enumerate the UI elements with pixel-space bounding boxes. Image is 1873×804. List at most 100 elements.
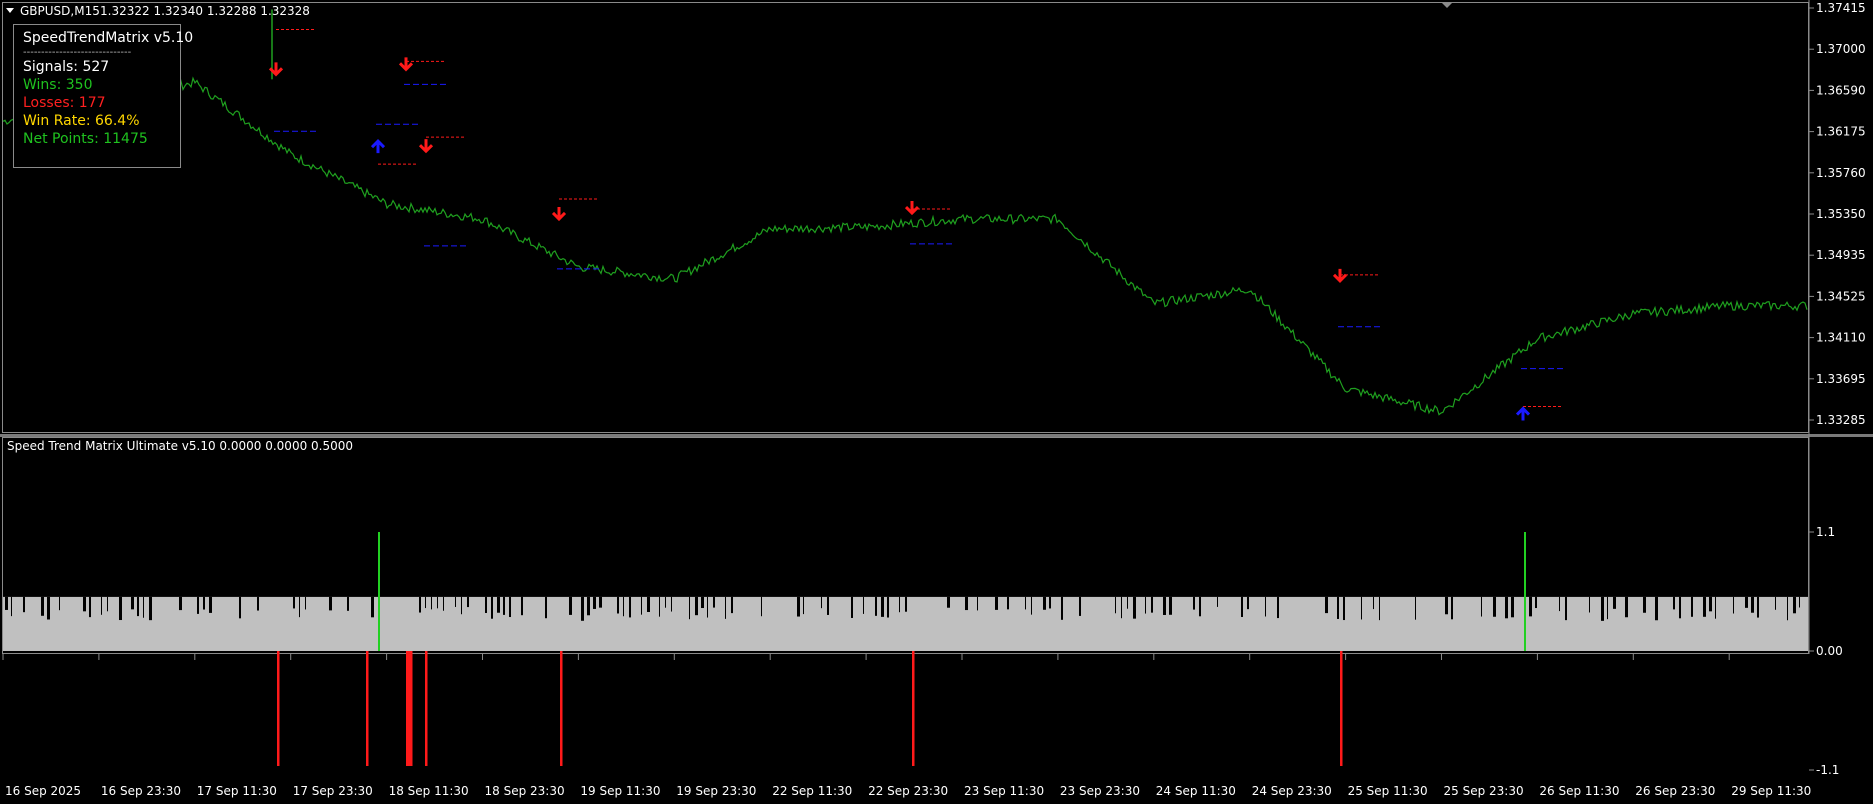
oscillator-tick (623, 596, 624, 617)
pane-separator[interactable] (0, 434, 1873, 437)
oscillator-tick (1169, 596, 1172, 615)
oscillator-tick (437, 596, 438, 609)
oscillator-tick (11, 596, 12, 617)
oscillator-tick (821, 596, 822, 609)
oscillator-tick (659, 596, 660, 617)
price-tick-label: 1.34935 (1816, 248, 1866, 262)
oscillator-tick (467, 596, 469, 608)
time-tick-label: 16 Sep 23:30 (101, 784, 181, 798)
price-tick-label: 1.37415 (1816, 1, 1866, 15)
oscillator-band (3, 596, 1808, 651)
oscillator-tick (1343, 596, 1345, 621)
oscillator-tick (347, 596, 349, 611)
oscillator-tick (431, 596, 432, 610)
oscillator-tick (1745, 596, 1748, 608)
oscillator-tick (1445, 596, 1448, 615)
oscillator-tick (1265, 596, 1266, 617)
oscillator-tick (101, 596, 102, 615)
oscillator-tick (455, 596, 456, 607)
oscillator-tick (1199, 596, 1201, 617)
sell-bar (912, 651, 915, 766)
oscillator-tick (1025, 596, 1026, 610)
oscillator-tick (1079, 596, 1081, 616)
oscillator-tick (89, 596, 91, 618)
oscillator-tick (629, 596, 631, 618)
price-tick-label: 1.34525 (1816, 289, 1866, 303)
oscillator-tick (665, 596, 666, 608)
oscillator-tick (143, 596, 144, 618)
oscillator-tick (1247, 596, 1249, 610)
time-tick-label: 18 Sep 23:30 (485, 784, 565, 798)
time-tick-label: 19 Sep 11:30 (580, 784, 660, 798)
oscillator-tick (1655, 596, 1658, 621)
oscillator-tick (1241, 596, 1243, 617)
oscillator-tick (1733, 596, 1734, 614)
oscillator-tick (1133, 596, 1136, 619)
oscillator-tick (1493, 596, 1496, 617)
oscillator-tick (1151, 596, 1153, 613)
oscillator-tick (1379, 596, 1380, 621)
chart-window[interactable]: GBPUSD,M15 1.32322 1.32340 1.32288 1.323… (0, 0, 1873, 800)
time-tick-label: 26 Sep 23:30 (1635, 784, 1715, 798)
time-tick-label: 17 Sep 11:30 (197, 784, 277, 798)
oscillator-tick (1757, 596, 1759, 618)
oscillator-tick (977, 596, 978, 611)
oscillator-tick (1127, 596, 1128, 609)
oscillator-tick (83, 596, 86, 612)
oscillator-tick (443, 596, 444, 611)
oscillator-tick (107, 596, 108, 612)
oscillator-tick (5, 596, 8, 610)
oscillator-tick (203, 596, 205, 610)
time-tick-label: 26 Sep 11:30 (1539, 784, 1619, 798)
oscillator-tick (905, 596, 907, 612)
oscillator-tick (1049, 596, 1051, 609)
oscillator-tick (1799, 596, 1800, 608)
oscillator-tick (1277, 596, 1279, 619)
oscillator-tick (1121, 596, 1122, 619)
oscillator-tick (1145, 596, 1146, 614)
oscillator-tick (887, 596, 889, 618)
oscillator-tick (713, 596, 715, 608)
oscillator-tick (257, 596, 259, 611)
oscillator-tick (119, 596, 122, 621)
oscillator-tick (1337, 596, 1339, 619)
oscillator-tick (1373, 596, 1374, 610)
oscillator-tick (1451, 596, 1453, 620)
price-tick-label: 1.36175 (1816, 125, 1866, 139)
oscillator-tick (1007, 596, 1009, 610)
oscillator-tick (1217, 596, 1218, 607)
oscillator-tick (569, 596, 572, 615)
oscillator-tick (137, 596, 139, 617)
oscillator-tick (1193, 596, 1195, 610)
oscillator-tick (1529, 596, 1532, 617)
oscillator-tick (1589, 596, 1590, 613)
oscillator-tick (371, 596, 374, 618)
oscillator-tick (1793, 596, 1796, 614)
sell-bar (410, 651, 413, 766)
oscillator-tick (47, 596, 50, 620)
oscillator-tick (863, 596, 864, 614)
oscillator-tick (1709, 596, 1712, 612)
oscillator-tick (965, 596, 968, 611)
stats-panel: SpeedTrendMatrix v5.10 -----------------… (13, 24, 193, 168)
oscillator-tick (305, 596, 306, 610)
oscillator-tick (1511, 596, 1514, 618)
oscillator-tick (299, 596, 300, 618)
oscillator-tick (1325, 596, 1328, 614)
indicator-title: Speed Trend Matrix Ultimate v5.10 0.0000… (7, 439, 353, 453)
oscillator-tick (131, 596, 134, 610)
oscillator-tick (671, 596, 672, 612)
oscillator-tick (599, 596, 602, 608)
oscillator-tick (1787, 596, 1788, 621)
buy-bar (1524, 532, 1526, 651)
oscillator-tick (1625, 596, 1628, 618)
oscillator-tick (995, 596, 998, 610)
stats-losses: Losses: 177 (23, 95, 106, 111)
oscillator-tick (1703, 596, 1706, 617)
oscillator-tick (641, 596, 642, 615)
oscillator-tick (1163, 596, 1166, 615)
oscillator-tick-label: 1.1 (1816, 525, 1835, 539)
oscillator-tick (1601, 596, 1604, 621)
oscillator-tick (491, 596, 493, 619)
stats-signals: Signals: 527 (23, 59, 110, 75)
